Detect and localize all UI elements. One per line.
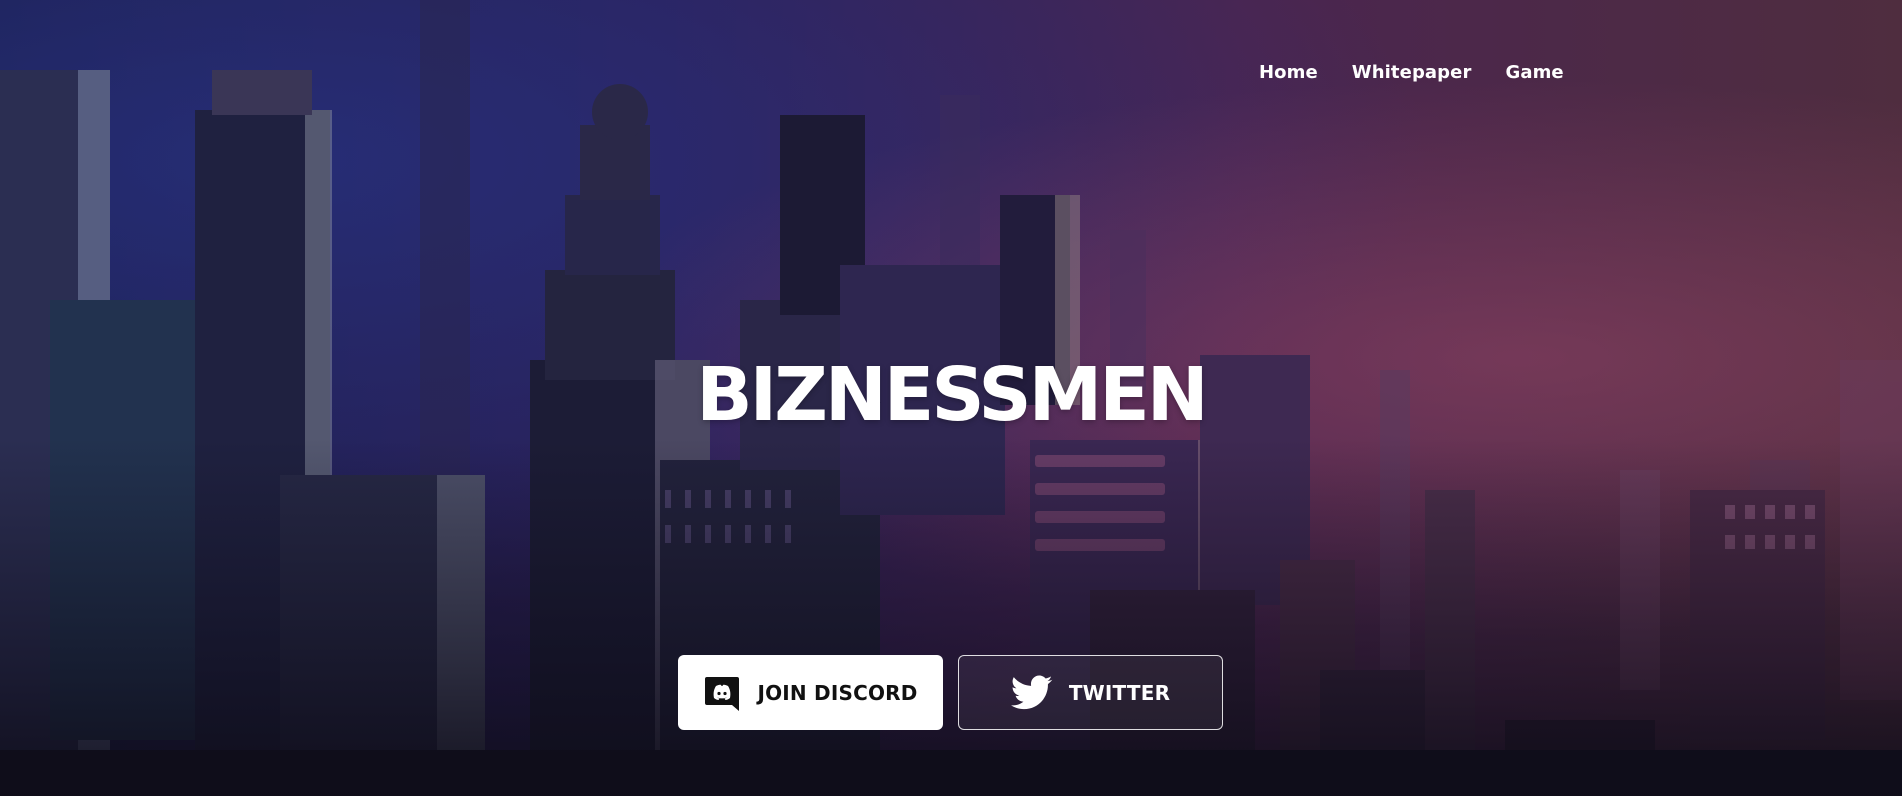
hero-title: BIZNESSMEN: [696, 352, 1208, 438]
join-discord-label: JOIN DISCORD: [757, 680, 918, 705]
twitter-button[interactable]: TWITTER: [958, 655, 1223, 730]
top-navigation: Home Whitepaper Game: [1259, 62, 1564, 83]
discord-icon: [703, 674, 741, 712]
nav-whitepaper-link[interactable]: Whitepaper: [1352, 62, 1472, 83]
twitter-bird-icon: [1010, 675, 1053, 711]
nav-game-link[interactable]: Game: [1505, 62, 1563, 83]
nav-home-link[interactable]: Home: [1259, 62, 1318, 83]
join-discord-button[interactable]: JOIN DISCORD: [678, 655, 943, 730]
hero-section: Home Whitepaper Game BIZNESSMEN JOIN DIS…: [0, 0, 1902, 796]
twitter-label: TWITTER: [1068, 680, 1171, 705]
